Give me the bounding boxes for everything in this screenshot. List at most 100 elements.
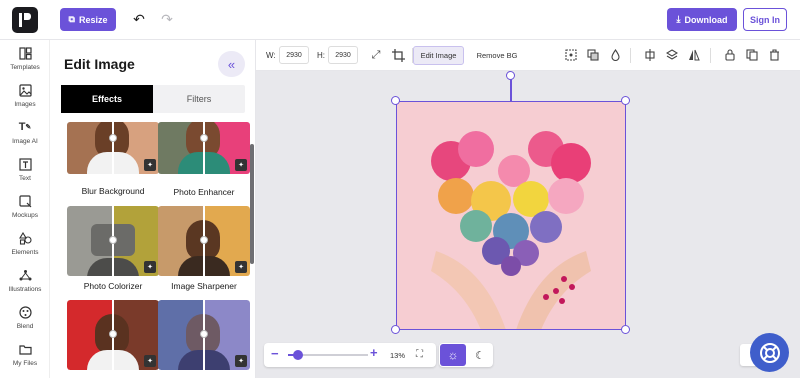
zoom-in-icon[interactable]: + — [370, 345, 378, 360]
folder-icon — [18, 342, 32, 356]
rail-item-label: Image AI — [12, 138, 38, 145]
rail-item-images[interactable]: Images — [0, 83, 50, 119]
templates-icon — [18, 46, 32, 60]
expand-icon[interactable]: ⤢ — [368, 47, 384, 63]
sparkle-icon: ✦ — [144, 355, 156, 367]
photo-colorizer-thumbnail: ✦ — [67, 206, 159, 276]
layers-icon[interactable] — [664, 47, 680, 63]
effect-card-6[interactable]: ✦ — [158, 300, 250, 370]
fit-screen-icon[interactable]: ⛶ — [416, 349, 423, 360]
zoom-control: − + 13% ⛶ — [264, 343, 436, 367]
rail-item-blend[interactable]: Blend — [0, 305, 50, 341]
rotate-handle[interactable] — [506, 71, 515, 80]
effect-5-thumbnail: ✦ — [67, 300, 159, 370]
rail-item-label: Blend — [16, 323, 34, 330]
position-icon[interactable] — [563, 47, 579, 63]
panel-scrollbar[interactable] — [250, 144, 254, 264]
rail-item-mockups[interactable]: Mockups — [0, 194, 50, 230]
sparkle-icon: ✦ — [235, 355, 247, 367]
rail-item-label: My Files — [12, 360, 38, 367]
zoom-percent: 13% — [390, 351, 406, 360]
rail-item-label: Illustrations — [8, 286, 42, 293]
rail-item-label: Images — [14, 101, 36, 108]
edit-image-button[interactable]: Edit Image — [413, 46, 464, 65]
effect-card-5[interactable]: ✦ — [67, 300, 159, 370]
help-lifebuoy-icon[interactable] — [750, 333, 789, 372]
blur-background-thumbnail: ✦ — [67, 122, 159, 174]
sparkle-icon: ✦ — [235, 261, 247, 273]
flip-icon[interactable] — [686, 47, 702, 63]
blend-icon — [18, 305, 32, 319]
opacity-icon[interactable] — [607, 47, 623, 63]
arrange-icon[interactable] — [585, 47, 601, 63]
rail-item-elements[interactable]: Elements — [0, 231, 50, 267]
illustrations-icon — [18, 268, 32, 282]
app-logo[interactable] — [12, 7, 38, 33]
collapse-panel-button[interactable]: « — [218, 51, 245, 77]
sparkle-icon: ✦ — [144, 159, 156, 171]
effect-card-photo-enhancer[interactable]: ✦ Photo Enhancer — [158, 122, 250, 202]
download-icon: ⤓ — [676, 14, 681, 24]
canvas-area[interactable] — [256, 71, 800, 378]
rail-item-text[interactable]: Text — [0, 157, 50, 193]
effect-card-image-sharpener[interactable]: ✦ Image Sharpener — [158, 206, 250, 292]
resize-button[interactable]: ⧉ Resize — [60, 8, 116, 31]
align-icon[interactable] — [642, 47, 658, 63]
width-input[interactable]: 2930 — [279, 46, 309, 64]
selection-border — [396, 101, 626, 330]
trash-icon[interactable] — [766, 47, 782, 63]
rail-item-templates[interactable]: Templates — [0, 46, 50, 82]
left-rail: Templates Images T ✎ Image AI Text Mockup… — [0, 40, 50, 378]
lock-icon[interactable] — [722, 47, 738, 63]
panel-title: Edit Image — [64, 56, 135, 72]
tab-filters[interactable]: Filters — [153, 85, 245, 113]
text-icon — [18, 157, 32, 171]
crop-icon[interactable] — [390, 47, 406, 63]
width-label: W: — [266, 51, 276, 60]
resize-handle-top-left[interactable] — [391, 96, 400, 105]
tab-effects[interactable]: Effects — [61, 85, 153, 113]
card-label: Blur Background — [81, 186, 145, 196]
resize-label: Resize — [78, 14, 108, 25]
redo-icon[interactable]: ↷ — [158, 10, 176, 28]
light-mode-icon[interactable]: ☼ — [440, 344, 466, 366]
remove-bg-button[interactable]: Remove BG — [470, 46, 524, 65]
effect-6-thumbnail: ✦ — [158, 300, 250, 370]
rail-item-label: Mockups — [11, 212, 38, 219]
image-ai-icon: T ✎ — [18, 121, 32, 133]
undo-icon[interactable]: ↶ — [130, 10, 148, 28]
top-bar: ⧉ Resize ↶ ↷ ⤓ Download Sign In — [0, 0, 800, 40]
images-icon — [18, 83, 32, 97]
zoom-out-icon[interactable]: − — [271, 346, 279, 361]
edit-image-panel: Edit Image « Effects Filters ✦ Blur Back… — [50, 40, 256, 378]
mockups-icon — [18, 194, 32, 208]
card-label: Photo Enhancer — [173, 187, 235, 197]
dark-mode-icon[interactable]: ☾ — [468, 344, 492, 366]
theme-toggle: ☼ ☾ — [439, 343, 493, 367]
height-input[interactable]: 2930 — [328, 46, 358, 64]
card-label: Photo Colorizer — [83, 281, 143, 291]
sparkle-icon: ✦ — [235, 159, 247, 171]
sign-in-button[interactable]: Sign In — [743, 8, 787, 31]
download-button[interactable]: ⤓ Download — [667, 8, 737, 31]
resize-icon: ⧉ — [68, 14, 75, 24]
effect-card-photo-colorizer[interactable]: ✦ Photo Colorizer — [67, 206, 159, 292]
download-label: Download — [684, 14, 728, 25]
resize-handle-bottom-left[interactable] — [391, 325, 400, 334]
height-label: H: — [317, 51, 325, 60]
effect-card-blur-background[interactable]: ✦ Blur Background — [67, 122, 159, 202]
double-chevron-left-icon: « — [227, 56, 236, 72]
rail-item-image-ai[interactable]: T ✎ Image AI — [0, 120, 50, 156]
rail-item-label: Templates — [10, 64, 40, 71]
rail-item-label: Elements — [11, 249, 39, 256]
duplicate-icon[interactable] — [744, 47, 760, 63]
resize-handle-top-right[interactable] — [621, 96, 630, 105]
rail-item-label: Text — [19, 175, 31, 182]
resize-handle-bottom-right[interactable] — [621, 325, 630, 334]
panel-tabs: Effects Filters — [61, 85, 245, 113]
rail-item-my-files[interactable]: My Files — [0, 342, 50, 378]
rail-item-illustrations[interactable]: Illustrations — [0, 268, 50, 304]
sparkle-icon: ✦ — [144, 261, 156, 273]
card-label: Image Sharpener — [171, 281, 237, 291]
zoom-slider-thumb[interactable] — [293, 350, 303, 360]
